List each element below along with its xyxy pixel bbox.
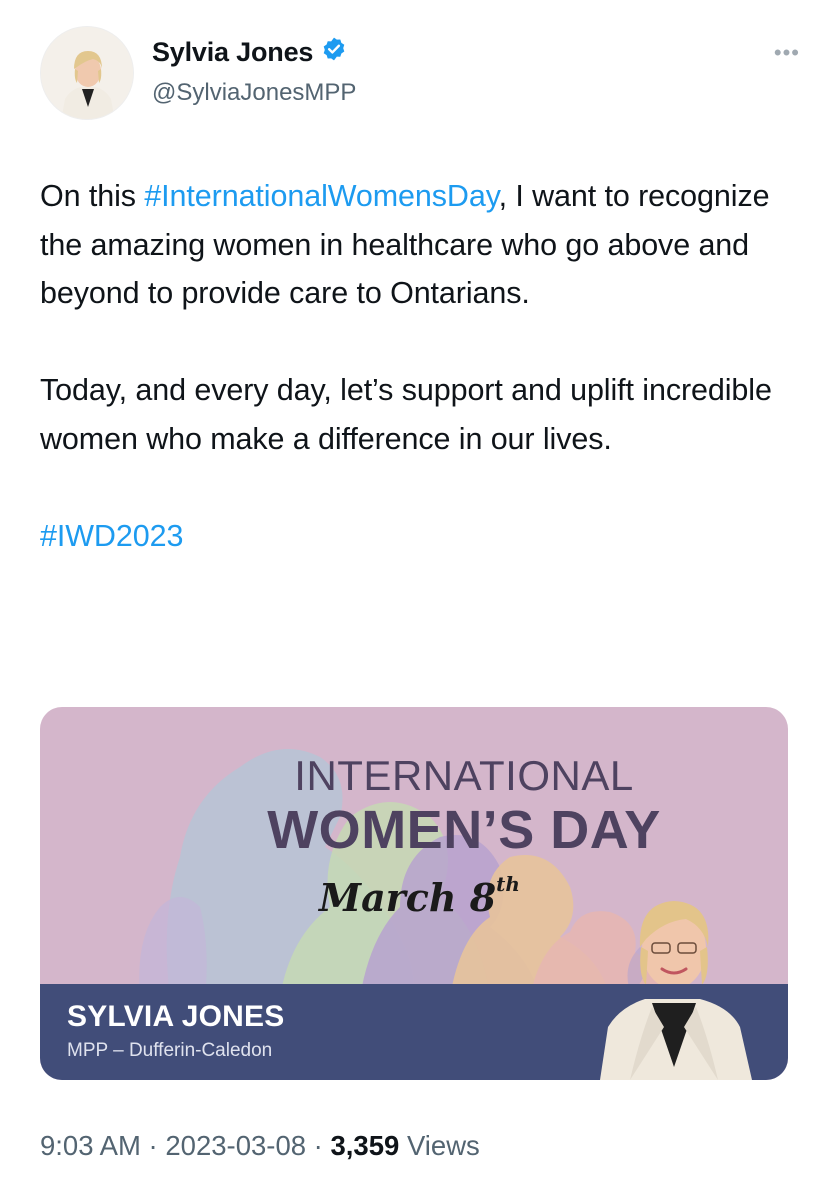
views-count[interactable]: 3,359 xyxy=(330,1130,399,1161)
tweet-time[interactable]: 9:03 AM xyxy=(40,1130,141,1161)
author-names: Sylvia Jones @SylviaJonesMPP xyxy=(152,36,356,107)
tweet-date[interactable]: 2023-03-08 xyxy=(165,1130,306,1161)
tweet-text: On this #InternationalWomensDay, I want … xyxy=(40,172,790,560)
image-date-suffix: th xyxy=(496,872,520,896)
display-name-text[interactable]: Sylvia Jones xyxy=(152,37,313,68)
meta-separator: · xyxy=(148,1130,158,1161)
image-date: March 8th xyxy=(319,872,520,920)
tweet-header: Sylvia Jones @SylviaJonesMPP ••• xyxy=(40,26,800,126)
image-date-main: March 8 xyxy=(319,875,497,920)
tweet-media-image[interactable]: INTERNATIONAL WOMEN’S DAY March 8th SYLV… xyxy=(40,707,788,1080)
avatar[interactable] xyxy=(40,26,134,120)
display-name[interactable]: Sylvia Jones xyxy=(152,36,356,69)
verified-badge-icon xyxy=(321,36,347,69)
tweet-paragraph-3: #IWD2023 xyxy=(40,512,790,561)
tweet-text-segment: On this xyxy=(40,179,145,213)
hashtag-link-iwd2023[interactable]: #IWD2023 xyxy=(40,519,183,553)
image-title-womens-day: WOMEN’S DAY xyxy=(267,800,661,860)
image-name-banner: SYLVIA JONES MPP – Dufferin-Caledon xyxy=(40,984,788,1080)
views-label[interactable]: Views xyxy=(407,1130,480,1161)
tweet-meta: 9:03 AM · 2023-03-08 · 3,359 Views xyxy=(40,1130,480,1162)
hashtag-link-internationalwomensday[interactable]: #InternationalWomensDay xyxy=(144,179,498,213)
tweet-paragraph-2: Today, and every day, let’s support and … xyxy=(40,373,772,456)
tweet-paragraph-1: On this #InternationalWomensDay, I want … xyxy=(40,172,790,318)
meta-separator: · xyxy=(313,1130,323,1161)
image-title-international: INTERNATIONAL xyxy=(294,752,634,799)
more-options-icon[interactable]: ••• xyxy=(774,40,800,66)
banner-name: SYLVIA JONES xyxy=(67,1000,285,1033)
author-handle[interactable]: @SylviaJonesMPP xyxy=(152,79,356,107)
banner-subtitle: MPP – Dufferin-Caledon xyxy=(67,1040,273,1061)
